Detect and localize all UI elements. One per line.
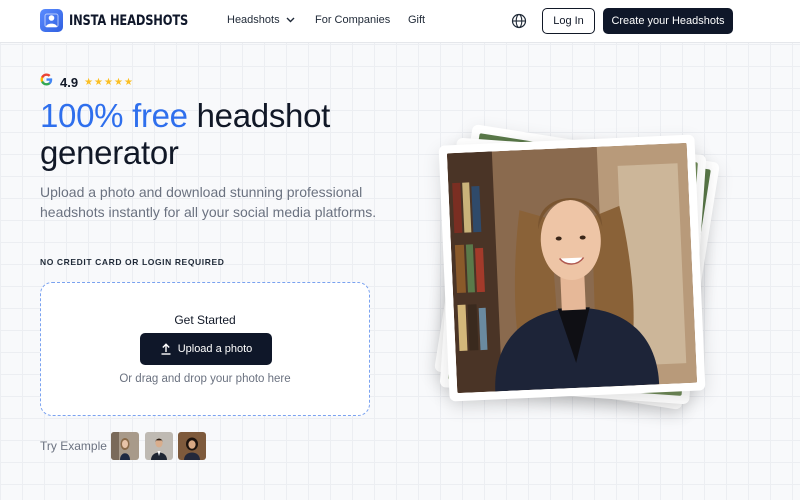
no-credit-card-note: NO CREDIT CARD OR LOGIN REQUIRED xyxy=(40,257,225,267)
upload-photo-button[interactable]: Upload a photo xyxy=(140,333,272,365)
upload-photo-label: Upload a photo xyxy=(177,343,253,355)
nav-gift[interactable]: Gift xyxy=(408,14,425,26)
rating: 4.9 ★★★★★ xyxy=(40,73,134,91)
chevron-down-icon xyxy=(286,14,295,26)
site-header: INSTA HEADSHOTS Headshots For Companies … xyxy=(0,0,800,43)
example-thumbnail[interactable] xyxy=(111,432,139,460)
headshot-photo-stack xyxy=(430,120,730,420)
upload-dropzone[interactable]: Get Started Upload a photo Or drag and d… xyxy=(40,282,370,416)
example-thumbnail[interactable] xyxy=(145,432,173,460)
logo-icon xyxy=(40,9,63,32)
rating-value: 4.9 xyxy=(60,74,79,90)
star-icon: ★★★★★ xyxy=(84,76,134,88)
upload-icon xyxy=(160,343,172,355)
login-button[interactable]: Log In xyxy=(542,8,595,34)
nav-for-companies[interactable]: For Companies xyxy=(315,14,390,26)
create-headshots-button[interactable]: Create your Headshots xyxy=(603,8,733,34)
drag-drop-hint: Or drag and drop your photo here xyxy=(119,373,291,385)
headline-accent: 100% free xyxy=(40,97,188,134)
nav-headshots[interactable]: Headshots xyxy=(227,14,295,26)
page-title: 100% free headshot generator xyxy=(40,97,420,171)
get-started-title: Get Started xyxy=(174,313,236,327)
nav-headshots-label: Headshots xyxy=(227,14,280,26)
logo[interactable]: INSTA HEADSHOTS xyxy=(40,9,214,32)
google-icon xyxy=(40,73,53,91)
headline-rest-1: headshot xyxy=(187,97,331,134)
photo-card-front xyxy=(438,134,706,402)
hero-subtext: Upload a photo and download stunning pro… xyxy=(40,184,377,220)
headline-rest-2: generator xyxy=(40,134,179,171)
example-thumbnail[interactable] xyxy=(178,432,206,460)
headshot-photo xyxy=(446,142,698,394)
logo-text: INSTA HEADSHOTS xyxy=(69,12,189,29)
globe-icon[interactable] xyxy=(511,13,527,29)
try-example-label: Try Example xyxy=(40,439,107,453)
